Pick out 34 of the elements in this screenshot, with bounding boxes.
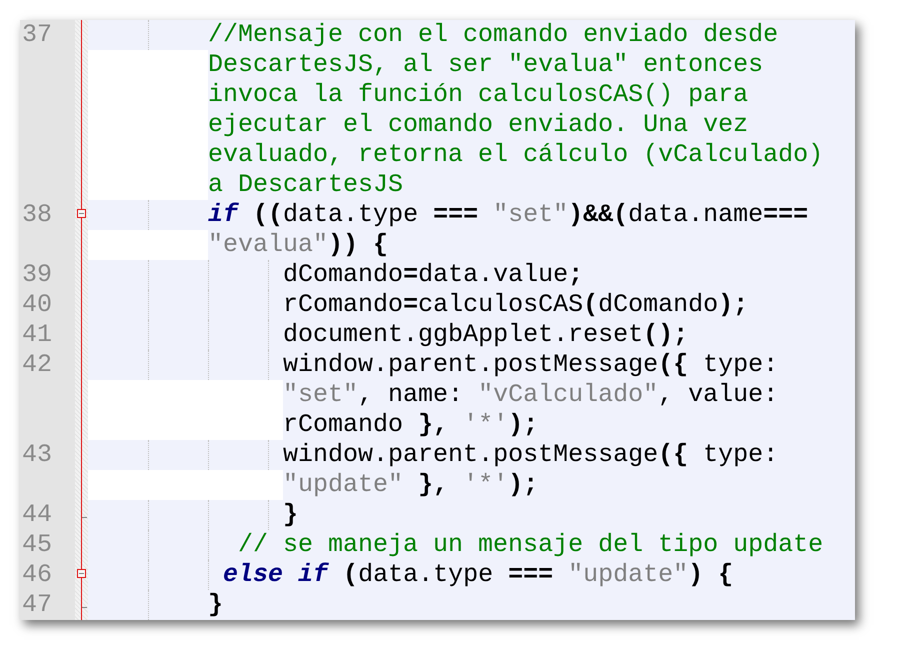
line-number: 45 <box>22 530 52 559</box>
line-number: 37 <box>22 20 52 49</box>
line-number: 40 <box>22 290 52 319</box>
code-line: window.parent.postMessage({ type: <box>283 350 778 380</box>
code-line: rComando }, '*'); <box>283 410 538 440</box>
code-line: "evalua")) { <box>208 230 388 260</box>
indent-guide <box>268 500 270 530</box>
fold-minus-icon[interactable] <box>77 209 86 218</box>
line-number: 38 <box>22 200 52 229</box>
code-line: if ((data.type === "set")&&(data.name=== <box>208 200 808 230</box>
code-line: dComando=data.value; <box>283 260 584 290</box>
code-line: } <box>208 590 224 620</box>
line-number: 44 <box>22 500 52 529</box>
code-line: document.ggbApplet.reset(); <box>283 320 688 350</box>
code-line: //Mensaje con el comando enviado desde <box>208 20 778 50</box>
line-number: 46 <box>22 560 52 589</box>
code-line: } <box>283 500 298 530</box>
code-line: "set", name: "vCalculado", value: <box>283 380 778 410</box>
code-line: window.parent.postMessage({ type: <box>283 440 778 470</box>
line-number: 41 <box>22 320 52 349</box>
code-line: a DescartesJS <box>208 170 404 200</box>
code-line: "update" }, '*'); <box>283 470 538 500</box>
code-line: rComando=calculosCAS(dComando); <box>283 290 748 320</box>
line-number: 42 <box>22 350 52 379</box>
fold-minus-icon[interactable] <box>77 569 86 578</box>
code-line: // se maneja un mensaje del tipo update <box>238 530 824 560</box>
code-line: ejecutar el comando enviado. Una vez <box>208 110 748 140</box>
line-number: 39 <box>22 260 52 289</box>
code-line: else if (data.type === "update") { <box>223 560 734 590</box>
line-number: 43 <box>22 440 52 469</box>
code-line: invoca la función calculosCAS() para <box>208 80 748 110</box>
code-line: evaluado, retorna el cálculo (vCalculado) <box>208 140 824 170</box>
line-number: 47 <box>22 590 52 619</box>
code-line: DescartesJS, al ser "evalua" entonces <box>208 50 764 80</box>
